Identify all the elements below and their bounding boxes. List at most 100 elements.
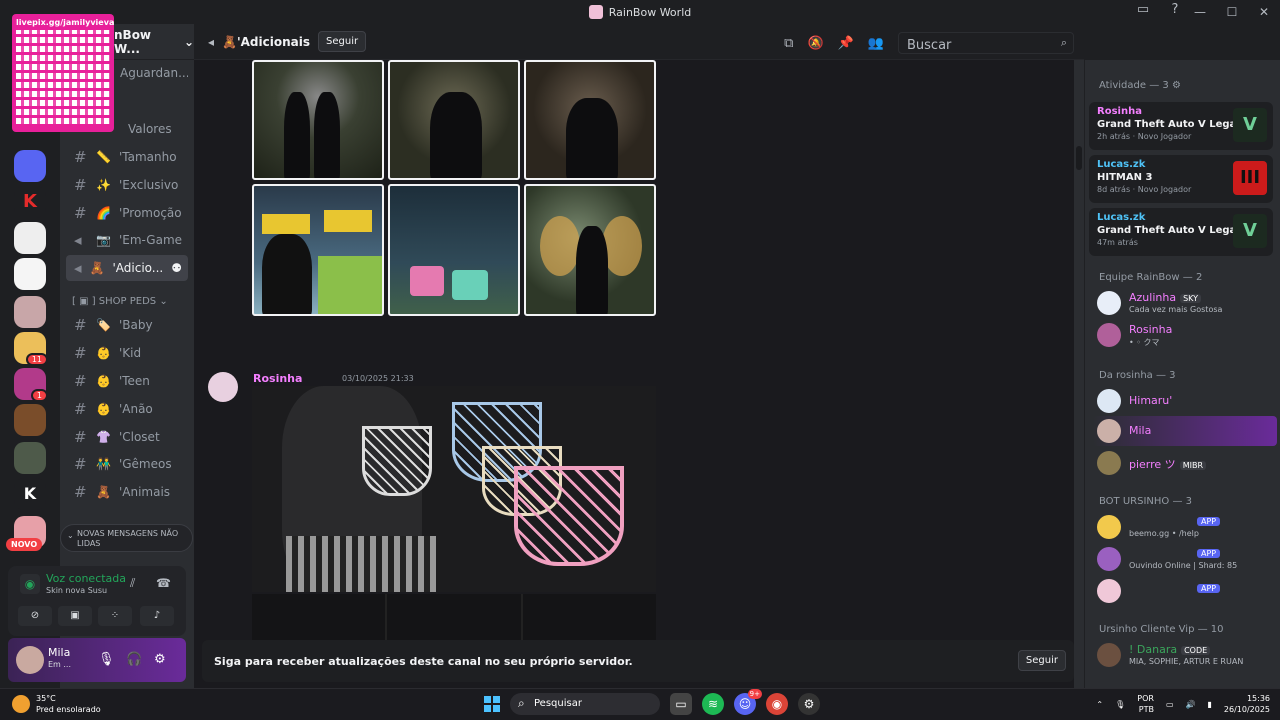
headphones-icon[interactable]: 🎧	[126, 652, 142, 667]
members-icon[interactable]: 👥	[868, 36, 884, 51]
attachment-image[interactable]	[252, 386, 656, 592]
taskbar-search[interactable]: Pesquisar	[510, 693, 660, 715]
channel-label: 'Em-Game	[118, 233, 183, 247]
disconnect-icon[interactable]: ☎	[156, 576, 171, 590]
gear-icon[interactable]: ⚙	[154, 652, 166, 667]
inbox-icon[interactable]: ▭	[1134, 2, 1152, 20]
server-folder-icon[interactable]	[14, 150, 46, 182]
message-list: Rosinha 03/10/2025 21:33	[194, 60, 1074, 688]
channel-item[interactable]: # 👶 'Teen	[66, 368, 188, 394]
soundboard-button[interactable]: ♪	[140, 606, 174, 626]
gear-icon[interactable]: ⚙	[1172, 80, 1181, 91]
mute-icon[interactable]: 🔕	[807, 36, 823, 51]
close-icon[interactable]: ✕	[1248, 5, 1280, 19]
server-icon[interactable]	[14, 442, 46, 474]
channel-item[interactable]: ◂ 📷 'Em-Game	[66, 227, 188, 253]
server-icon[interactable]	[14, 258, 46, 290]
member-status: Ouvindo Online | Shard: 85	[1129, 561, 1238, 570]
microphone-icon[interactable]: 🎙	[98, 652, 115, 667]
language-code[interactable]: POR	[1137, 693, 1154, 704]
maximize-icon[interactable]: ☐	[1216, 5, 1248, 19]
server-icon[interactable]	[14, 404, 46, 436]
volume-icon[interactable]: 🔊	[1186, 700, 1196, 709]
chevron-up-icon[interactable]: ⌃	[1096, 700, 1103, 709]
voice-channel[interactable]: Skin nova Susu	[46, 586, 107, 595]
weather-widget[interactable]: 35°C Pred ensolarado	[12, 693, 101, 715]
member-item[interactable]: Azulinha SKY Cada vez mais Gostosa	[1093, 288, 1277, 318]
help-icon[interactable]: ?	[1166, 2, 1184, 20]
channel-item[interactable]: # 📏 'Tamanho	[66, 144, 188, 170]
pin-icon[interactable]: 📌	[838, 36, 854, 51]
scrollbar[interactable]	[1074, 60, 1084, 688]
spotify-icon[interactable]: ≋	[702, 693, 724, 715]
channel-item[interactable]: # 👶 'Kid	[66, 340, 188, 366]
microphone-icon[interactable]: 🎙	[1115, 700, 1125, 709]
discord-icon[interactable]: ☺ 9+	[734, 689, 762, 715]
attachment-image[interactable]	[524, 184, 656, 316]
member-status: MIA, SOPHIE, ARTUR E RUAN	[1129, 657, 1244, 666]
server-icon[interactable]: K	[14, 478, 46, 510]
signal-icon[interactable]: ◉	[20, 574, 40, 594]
new-messages-pill[interactable]: ⌄ NOVAS MENSAGENS NÃO LIDAS	[60, 524, 193, 552]
chrome-icon[interactable]: ◉	[766, 693, 788, 715]
category-header[interactable]: [ ▣ ] SHOP PEDS ⌄	[72, 296, 168, 307]
user-name[interactable]: Mila	[48, 646, 70, 659]
unread-badge: 11	[25, 353, 48, 366]
clock-date[interactable]: 26/10/2025	[1224, 704, 1270, 715]
discord-badge: 9+	[747, 689, 762, 699]
attachment-image[interactable]	[388, 184, 520, 316]
avatar[interactable]	[16, 646, 44, 674]
keyboard-layout[interactable]: PTB	[1137, 704, 1154, 715]
channel-item[interactable]: # 🌈 'Promoção	[66, 200, 188, 226]
attachment-image[interactable]	[524, 60, 656, 180]
server-icon[interactable]: 11	[14, 332, 48, 366]
clock-time[interactable]: 15:36	[1224, 693, 1270, 704]
server-icon[interactable]	[14, 296, 46, 328]
channel-item[interactable]: # 👚 'Closet	[66, 424, 188, 450]
channel-header: ◂ 🧸'Adicionais Seguir ⧉ 🔕 📌 👥 Buscar ⌕	[194, 24, 1084, 60]
minimize-icon[interactable]: —	[1184, 5, 1216, 19]
add-member-icon[interactable]: ⚉	[171, 261, 182, 275]
channel-item[interactable]: # 🧸 'Animais	[66, 479, 188, 505]
channel-item[interactable]: # 👬 'Gêmeos	[66, 451, 188, 477]
attachment-image[interactable]	[252, 184, 384, 316]
app-icon[interactable]: ⚙	[798, 693, 820, 715]
noise-suppression-icon[interactable]: ⫽	[130, 576, 135, 591]
channel-item[interactable]: # 🏷️ 'Baby	[66, 312, 188, 338]
activity-card[interactable]: Rosinha Grand Theft Auto V Legacy 2h atr…	[1089, 102, 1273, 150]
member-item[interactable]: APP Ouvindo Online | Shard: 85	[1093, 544, 1277, 574]
activities-button[interactable]: ⁘	[98, 606, 132, 626]
scrollbar-thumb[interactable]	[1076, 146, 1082, 170]
voice-status[interactable]: Voz conectada	[46, 572, 126, 585]
network-icon[interactable]: ▭	[1166, 700, 1174, 709]
member-item[interactable]: APP	[1093, 576, 1277, 606]
activity-card[interactable]: Lucas.zk HITMAN 3 8d atrás · Novo Jogado…	[1089, 155, 1273, 203]
server-icon[interactable]: K	[14, 186, 46, 218]
member-item[interactable]: APP beemo.gg • /help	[1093, 512, 1277, 542]
channel-item[interactable]: # ✨ 'Exclusivo	[66, 172, 188, 198]
member-item[interactable]: ! Danara CODE MIA, SOPHIE, ARTUR E RUAN	[1093, 640, 1277, 670]
file-explorer-icon[interactable]: ▭	[670, 693, 692, 715]
camera-off-button[interactable]: ⊘	[18, 606, 52, 626]
follow-button[interactable]: Seguir	[318, 31, 367, 52]
avatar[interactable]	[208, 372, 238, 402]
battery-icon[interactable]: ▮	[1207, 700, 1211, 709]
message-author[interactable]: Rosinha	[253, 372, 302, 385]
search-input[interactable]: Buscar ⌕	[898, 32, 1074, 54]
server-icon[interactable]: 1	[14, 368, 48, 402]
member-item[interactable]: Himaru'	[1093, 386, 1277, 416]
member-item[interactable]: Mila	[1093, 416, 1277, 446]
screen-share-button[interactable]: ▣	[58, 606, 92, 626]
channel-item-active[interactable]: ◂ 🧸 'Adicio... ⚉	[66, 255, 188, 281]
attachment-image[interactable]	[388, 60, 520, 180]
vip-header: Ursinho Cliente Vip — 10	[1099, 624, 1224, 635]
threads-icon[interactable]: ⧉	[784, 36, 793, 51]
member-item[interactable]: pierre ツ MIBR	[1093, 448, 1277, 478]
channel-item[interactable]: # 👶 'Anão	[66, 396, 188, 422]
start-icon[interactable]	[484, 696, 500, 712]
follow-button[interactable]: Seguir	[1017, 650, 1066, 671]
attachment-image[interactable]	[252, 60, 384, 180]
activity-card[interactable]: Lucas.zk Grand Theft Auto V Legacy 47m a…	[1089, 208, 1273, 256]
member-item[interactable]: Rosinha • ◦ クマ	[1093, 320, 1277, 350]
server-icon[interactable]	[14, 222, 46, 254]
